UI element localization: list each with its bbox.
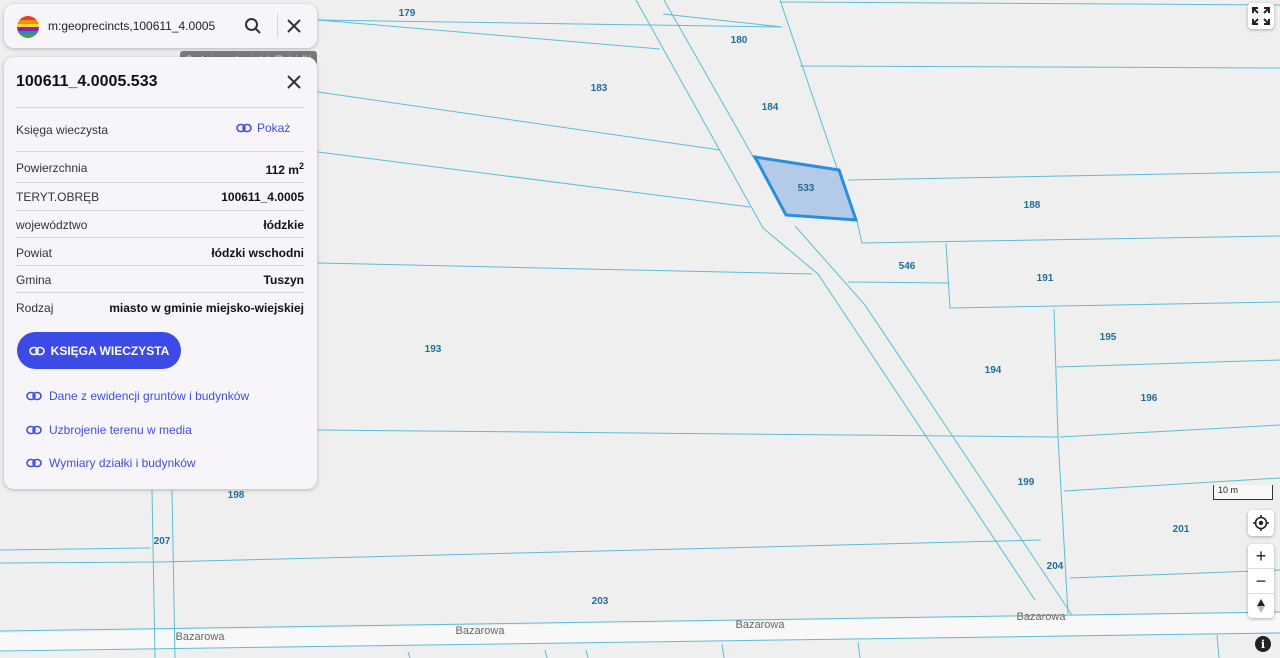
zoom-out-button[interactable]: −	[1248, 568, 1274, 593]
parcel-label-194: 194	[985, 365, 1002, 376]
road-label: Bazarowa	[456, 625, 506, 637]
parcel-label-183: 183	[591, 83, 608, 94]
county-value: łódzki wschodni	[211, 246, 304, 260]
divider	[16, 151, 305, 152]
parcel-label-179: 179	[399, 8, 416, 19]
show-land-registry-link[interactable]: Pokaż	[236, 121, 290, 135]
compass-icon[interactable]	[1248, 593, 1274, 618]
fullscreen-icon[interactable]	[1248, 3, 1274, 29]
type-value: miasto w gminie miejsko-wiejskiej	[109, 301, 304, 315]
zoom-in-button[interactable]: +	[1248, 544, 1274, 568]
close-panel-icon[interactable]	[282, 70, 306, 94]
utilities-link-label: Uzbrojenie terenu w media	[49, 423, 192, 437]
road-label: Bazarowa	[736, 619, 786, 631]
link-icon	[26, 458, 42, 468]
parcel-label-546: 546	[899, 261, 916, 272]
parcel-label-180: 180	[731, 35, 748, 46]
link-icon	[26, 425, 42, 435]
road-label: Bazarowa	[176, 631, 226, 643]
parcel-label-196: 196	[1141, 393, 1158, 404]
show-label: Pokaż	[257, 121, 291, 135]
voivodeship-value: łódzkie	[263, 218, 304, 232]
divider	[16, 210, 305, 211]
parcel-info-panel: 100611_4.0005.533 Księga wieczysta Pokaż…	[4, 57, 317, 489]
divider	[16, 265, 305, 266]
commune-value: Tuszyn	[263, 273, 304, 287]
land-registry-label: Księga wieczysta	[16, 123, 109, 137]
land-registry-button-label: KSIĘGA WIECZYSTA	[50, 343, 170, 358]
teryt-value: 100611_4.0005	[221, 190, 304, 204]
parcel-label-533: 533	[798, 183, 815, 194]
parcel-label-199: 199	[1018, 477, 1035, 488]
search-icon[interactable]	[241, 14, 265, 38]
utilities-link[interactable]: Uzbrojenie terenu w media	[26, 423, 192, 437]
app-logo-icon[interactable]	[17, 16, 39, 38]
parcel-title: 100611_4.0005.533	[16, 73, 158, 90]
parcel-label-184: 184	[762, 102, 779, 113]
parcel-label-188: 188	[1024, 200, 1041, 211]
divider	[16, 182, 305, 183]
land-records-link-label: Dane z ewidencji gruntów i budynków	[49, 389, 250, 403]
county-label: Powiat	[16, 246, 53, 260]
teryt-label: TERYT.OBRĘB	[16, 190, 100, 204]
parcel-label-193: 193	[425, 344, 442, 355]
link-icon	[28, 346, 45, 355]
search-bar: m:geoprecincts,100611_4.0005	[4, 4, 317, 48]
divider	[16, 107, 305, 108]
parcel-label-198: 198	[228, 490, 245, 501]
scale-bar: 10 m	[1213, 485, 1273, 500]
type-label: Rodzaj	[16, 301, 54, 315]
link-icon	[26, 391, 42, 401]
divider	[16, 237, 305, 238]
land-records-link[interactable]: Dane z ewidencji gruntów i budynków	[26, 389, 249, 403]
search-input[interactable]: m:geoprecincts,100611_4.0005	[48, 19, 215, 33]
search-divider	[277, 14, 278, 38]
info-icon[interactable]: i	[1255, 636, 1271, 652]
parcel-label-207: 207	[154, 536, 171, 547]
parcel-label-195: 195	[1100, 332, 1117, 343]
road-label: Bazarowa	[1017, 611, 1067, 623]
zoom-controls: + −	[1248, 544, 1274, 618]
dimensions-link[interactable]: Wymiary działki i budynków	[26, 456, 196, 470]
parcel-label-204: 204	[1047, 561, 1064, 572]
land-registry-button[interactable]: KSIĘGA WIECZYSTA	[17, 332, 181, 369]
link-icon	[236, 123, 252, 133]
area-label: Powierzchnia	[16, 161, 88, 175]
voivodeship-label: województwo	[16, 218, 88, 232]
parcel-label-201: 201	[1173, 524, 1190, 535]
parcel-label-203: 203	[592, 596, 609, 607]
clear-search-icon[interactable]	[282, 14, 306, 38]
locate-icon[interactable]	[1248, 510, 1274, 536]
parcel-label-191: 191	[1037, 273, 1054, 284]
dimensions-link-label: Wymiary działki i budynków	[49, 456, 196, 470]
divider	[16, 292, 305, 293]
area-value: 112 m2	[265, 161, 304, 177]
commune-label: Gmina	[16, 273, 52, 287]
